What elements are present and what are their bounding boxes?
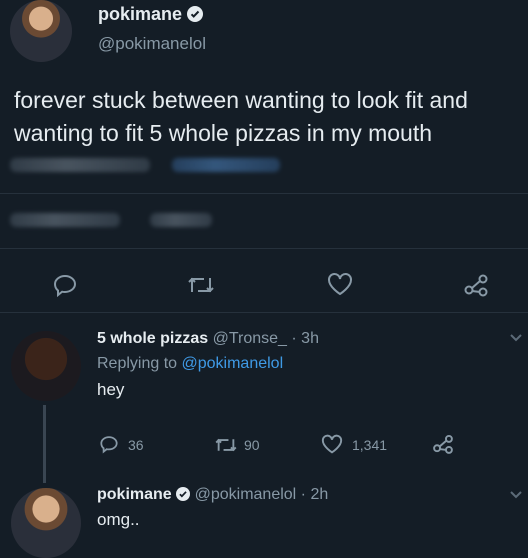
retweet-count: 90 [244, 437, 260, 453]
replying-prefix: Replying to [97, 355, 178, 372]
retweet-icon[interactable] [186, 274, 216, 296]
reply-icon[interactable] [99, 434, 119, 454]
divider [0, 248, 528, 249]
divider [0, 193, 528, 194]
blurred-source [172, 158, 280, 172]
reply2-handle[interactable]: @pokimanelol [195, 486, 297, 503]
tweet-text-line2: wanting to fit 5 whole pizzas in my mout… [14, 120, 433, 146]
replying-to: Replying to @pokimanelol [97, 355, 283, 373]
avatar-tronse[interactable] [11, 331, 81, 401]
avatar-pokimane[interactable] [11, 488, 81, 558]
thread-line [43, 405, 46, 483]
reply-text: hey [97, 380, 125, 399]
verified-badge-icon [187, 6, 204, 22]
blurred-stats-2 [150, 213, 212, 227]
main-tweet-handle: @pokimanelol [98, 34, 206, 53]
reply2-text: omg.. [97, 510, 140, 529]
like-icon[interactable] [321, 434, 343, 454]
verified-badge-icon [176, 487, 191, 501]
replying-to-link[interactable]: @pokimanelol [182, 355, 284, 372]
reply-time: · 3h [291, 330, 319, 347]
main-tweet-author[interactable]: pokimane [98, 4, 204, 25]
main-tweet-text: forever stuck between wanting to look fi… [14, 84, 524, 150]
divider [0, 312, 528, 313]
reply-count: 36 [128, 437, 144, 453]
share-icon[interactable] [432, 433, 454, 455]
reply-header: 5 whole pizzas @Tronse_ · 3h [97, 330, 319, 348]
reply2-time: · 2h [300, 486, 329, 503]
tweet-text-line1: forever stuck between wanting to look fi… [14, 87, 468, 113]
blurred-stats-1 [10, 213, 120, 227]
share-icon[interactable] [463, 272, 489, 298]
like-icon[interactable] [327, 272, 353, 296]
reply-handle[interactable]: @Tronse_ [213, 330, 287, 347]
like-count: 1,341 [352, 437, 388, 453]
avatar-pokimane[interactable] [10, 0, 72, 62]
retweet-icon[interactable] [213, 436, 239, 454]
reply2-display-name[interactable]: pokimane [97, 486, 172, 503]
blurred-timestamp [10, 158, 150, 172]
chevron-down-icon[interactable] [509, 333, 523, 343]
reply2-header: pokimane @pokimanelol · 2h [97, 486, 328, 504]
reply-display-name[interactable]: 5 whole pizzas [97, 330, 208, 347]
reply-icon[interactable] [52, 272, 78, 298]
display-name: pokimane [98, 4, 183, 24]
chevron-down-icon[interactable] [509, 490, 523, 500]
